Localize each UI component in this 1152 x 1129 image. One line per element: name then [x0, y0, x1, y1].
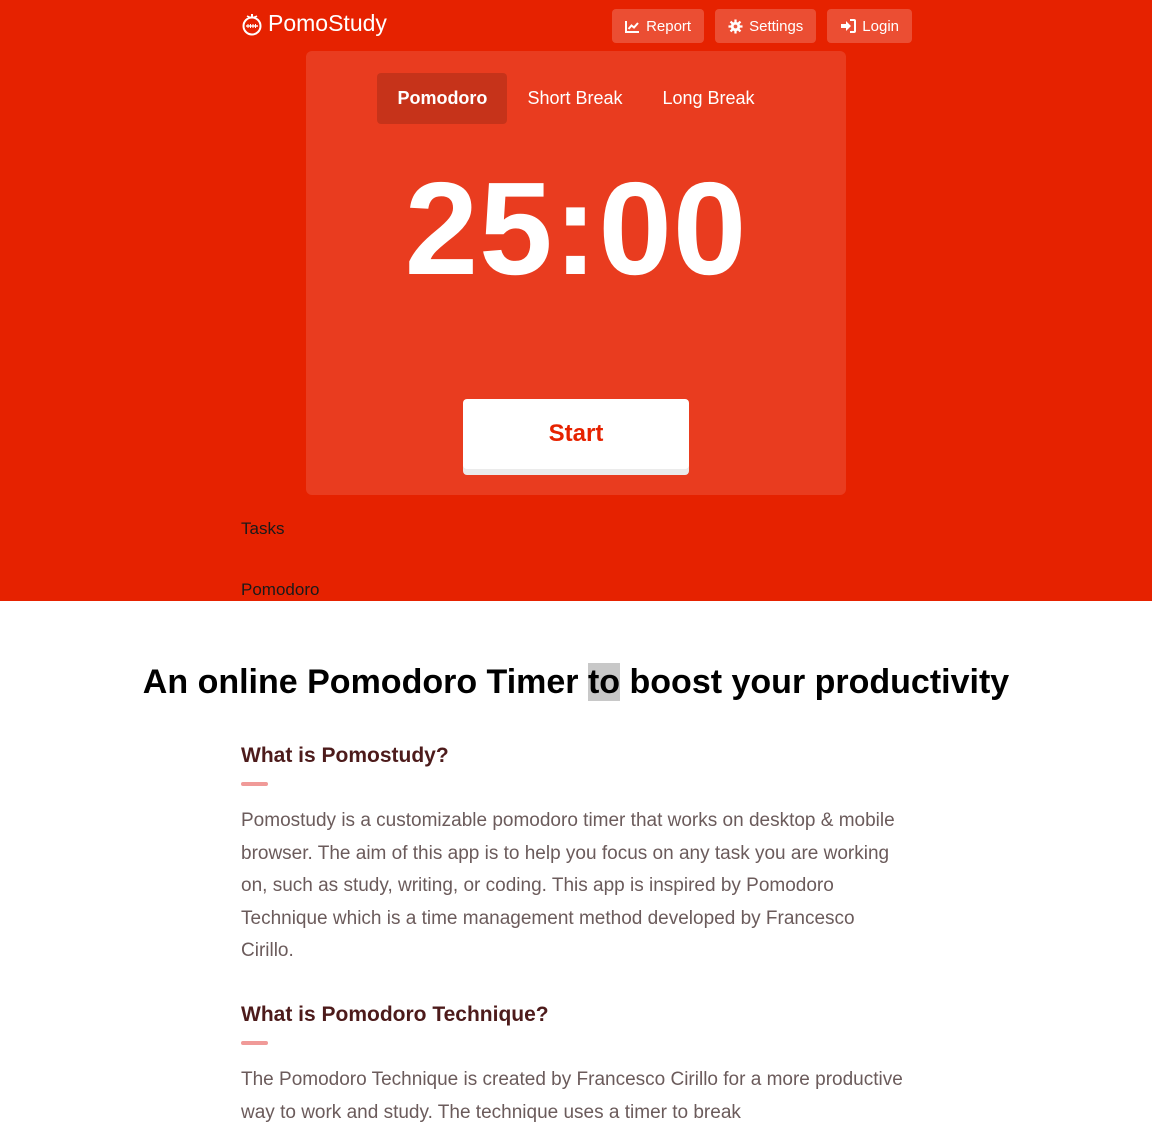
section-body: Pomostudy is a customizable pomodoro tim…	[241, 810, 895, 961]
pomodoro-logo-icon	[240, 12, 264, 36]
header: PomoStudy Report Settings Login	[240, 8, 912, 44]
section-what-is-pomostudy: What is Pomostudy? Pomostudy is a custom…	[241, 742, 911, 968]
sign-in-icon	[840, 19, 857, 33]
current-mode-label: Pomodoro	[241, 580, 320, 599]
title-text-highlight: to	[587, 663, 621, 701]
article-title: An online Pomodoro Timer to boost your p…	[0, 658, 1152, 706]
login-button[interactable]: Login	[827, 9, 912, 43]
title-text-after: boost your productivity	[620, 663, 1010, 701]
top-nav: Report Settings Login	[612, 9, 912, 43]
heading-accent-bar	[241, 782, 268, 786]
brand-name: PomoStudy	[268, 10, 387, 36]
settings-button[interactable]: Settings	[715, 9, 817, 43]
tab-long-break[interactable]: Long Break	[642, 73, 774, 124]
timer-card: Pomodoro Short Break Long Break 25:00 St…	[306, 51, 846, 495]
tab-short-break[interactable]: Short Break	[507, 73, 642, 124]
mode-tabs: Pomodoro Short Break Long Break	[306, 73, 846, 124]
section-heading: What is Pomostudy?	[241, 744, 449, 767]
title-text-before: An online Pomodoro Timer	[142, 663, 588, 701]
section-heading: What is Pomodoro Technique?	[241, 1003, 549, 1026]
report-label: Report	[646, 17, 692, 35]
settings-label: Settings	[749, 17, 804, 35]
timer-display: 25:00	[404, 155, 748, 302]
tasks-label: Tasks	[241, 519, 285, 538]
heading-accent-bar	[241, 1041, 268, 1045]
start-button[interactable]: Start	[463, 399, 689, 469]
gear-icon	[728, 18, 743, 34]
chart-icon	[625, 20, 640, 33]
login-label: Login	[862, 17, 899, 35]
brand-link[interactable]: PomoStudy	[240, 10, 387, 37]
report-button[interactable]: Report	[612, 9, 705, 43]
section-what-is-pomodoro-technique: What is Pomodoro Technique? The Pomodoro…	[241, 1001, 911, 1129]
tab-pomodoro[interactable]: Pomodoro	[377, 73, 508, 124]
section-body: The Pomodoro Technique is created by Fra…	[241, 1069, 903, 1123]
hero-section: PomoStudy Report Settings Login Pomodoro…	[0, 0, 1152, 601]
